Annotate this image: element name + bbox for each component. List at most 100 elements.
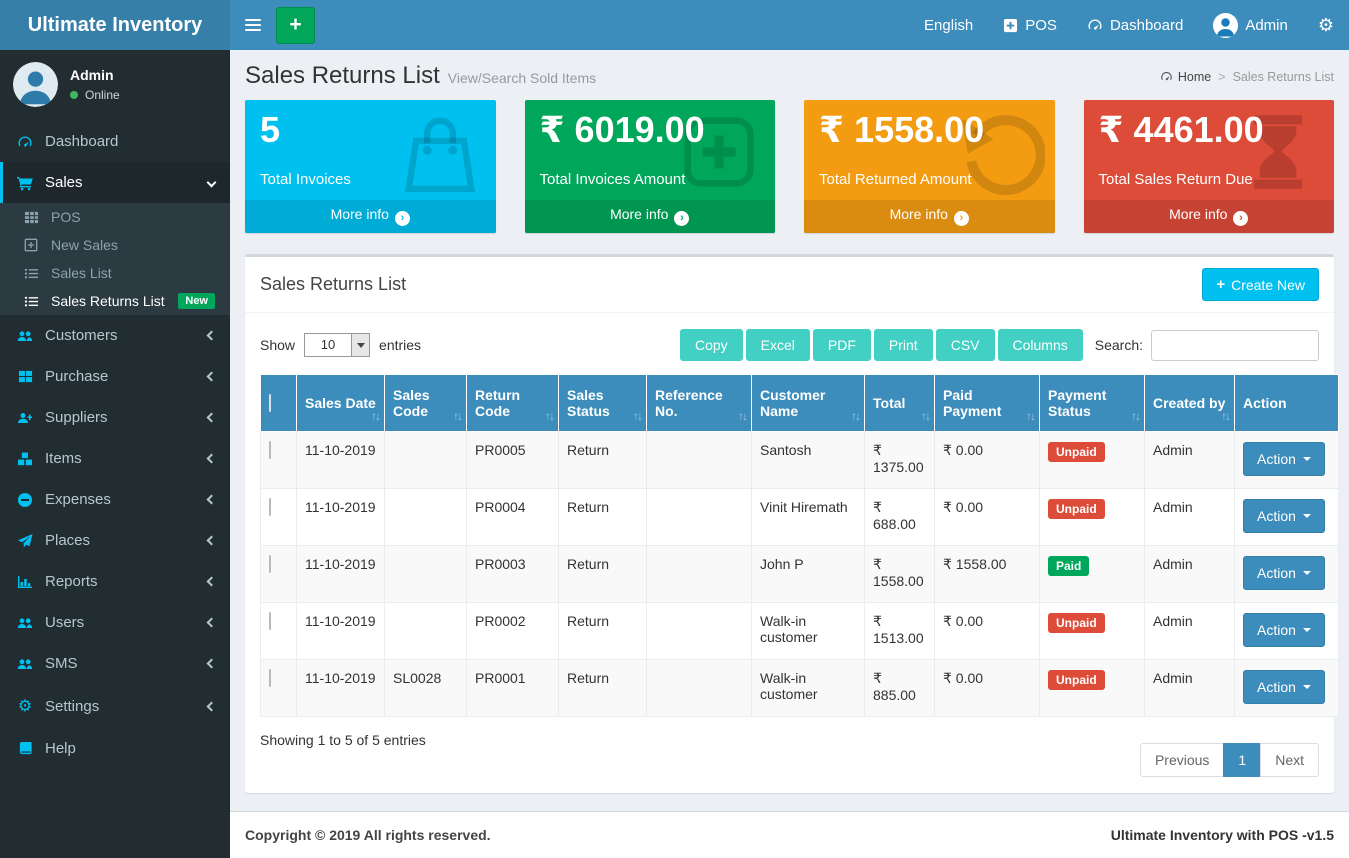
- gears-icon: ⚙: [1318, 16, 1334, 34]
- content-header: Sales Returns List View/Search Sold Item…: [230, 50, 1349, 100]
- breadcrumb-home[interactable]: Home: [1160, 70, 1211, 84]
- sidebar-item-sms[interactable]: SMS: [0, 643, 230, 684]
- more-info-link[interactable]: More info›: [525, 200, 776, 233]
- panel-title: Sales Returns List: [260, 274, 406, 295]
- nav-dashboard-link[interactable]: Dashboard: [1072, 0, 1198, 50]
- status-badge: Unpaid: [1048, 613, 1105, 633]
- sidebar-item-places[interactable]: Places: [0, 520, 230, 561]
- sidebar: Admin Online Dashboard Sales: [0, 50, 230, 858]
- sidebar-item-sales-returns-list[interactable]: Sales Returns List New: [0, 287, 230, 315]
- next-page-button[interactable]: Next: [1260, 743, 1319, 777]
- sales-returns-panel: Sales Returns List + Create New Show 10 …: [245, 254, 1334, 793]
- sales-returns-table: Sales Date↑↓ Sales Code↑↓ Return Code↑↓ …: [260, 374, 1339, 717]
- col-reference-no[interactable]: Reference No.↑↓: [647, 375, 752, 432]
- col-total[interactable]: Total↑↓: [865, 375, 935, 432]
- csv-button[interactable]: CSV: [936, 329, 995, 361]
- book-icon: [15, 741, 35, 756]
- excel-button[interactable]: Excel: [746, 329, 810, 361]
- sidebar-item-reports[interactable]: Reports: [0, 561, 230, 602]
- row-checkbox[interactable]: [269, 612, 271, 630]
- sort-icon: ↑↓: [1221, 409, 1229, 423]
- sidebar-item-customers[interactable]: Customers: [0, 315, 230, 356]
- action-dropdown-button[interactable]: Action: [1243, 613, 1325, 647]
- row-checkbox[interactable]: [269, 555, 271, 573]
- arrow-circle-right-icon: ›: [674, 211, 689, 226]
- total-invoices-box: 5 Total Invoices More info›: [245, 100, 496, 233]
- total-invoices-amount-box: ₹ 6019.00 Total Invoices Amount More inf…: [525, 100, 776, 233]
- action-dropdown-button[interactable]: Action: [1243, 556, 1325, 590]
- total-returned-amount-box: ₹ 1558.00 Total Returned Amount More inf…: [804, 100, 1055, 233]
- sidebar-item-purchase[interactable]: Purchase: [0, 356, 230, 397]
- create-new-button[interactable]: + Create New: [1202, 268, 1319, 301]
- action-dropdown-button[interactable]: Action: [1243, 670, 1325, 704]
- action-dropdown-button[interactable]: Action: [1243, 442, 1325, 476]
- cell-sales-status: Return: [559, 603, 647, 660]
- select-all-checkbox[interactable]: [269, 394, 271, 412]
- col-payment-status[interactable]: Payment Status↑↓: [1040, 375, 1145, 432]
- settings-menu[interactable]: ⚙: [1303, 0, 1349, 50]
- nav-pos-link[interactable]: POS: [988, 0, 1072, 50]
- sidebar-toggle-button[interactable]: [230, 0, 276, 50]
- copy-button[interactable]: Copy: [680, 329, 743, 361]
- cell-payment-status: Paid: [1040, 546, 1145, 603]
- row-checkbox[interactable]: [269, 669, 271, 687]
- sidebar-item-new-sales[interactable]: New Sales: [0, 231, 230, 259]
- action-dropdown-button[interactable]: Action: [1243, 499, 1325, 533]
- print-button[interactable]: Print: [874, 329, 933, 361]
- search-input[interactable]: [1151, 330, 1319, 361]
- breadcrumb-current: Sales Returns List: [1233, 70, 1334, 84]
- col-customer-name[interactable]: Customer Name↑↓: [752, 375, 865, 432]
- cell-select: [261, 489, 297, 546]
- col-sales-date[interactable]: Sales Date↑↓: [297, 375, 385, 432]
- user-status[interactable]: Online: [70, 88, 120, 102]
- tachometer-icon: [15, 134, 35, 150]
- sort-icon: ↑↓: [633, 409, 641, 423]
- table-row: 11-10-2019 PR0005 Return Santosh ₹ 1375.…: [261, 432, 1339, 489]
- sidebar-item-items[interactable]: Items: [0, 438, 230, 479]
- row-checkbox[interactable]: [269, 441, 271, 459]
- col-paid-payment[interactable]: Paid Payment↑↓: [935, 375, 1040, 432]
- previous-page-button[interactable]: Previous: [1140, 743, 1224, 777]
- sidebar-item-dashboard[interactable]: Dashboard: [0, 121, 230, 162]
- sort-icon: ↑↓: [1131, 409, 1139, 423]
- quick-add-button[interactable]: +: [276, 7, 315, 44]
- cell-sales-status: Return: [559, 489, 647, 546]
- page-size-select[interactable]: 10: [304, 333, 370, 357]
- table-footer: Showing 1 to 5 of 5 entries Previous 1 N…: [245, 717, 1334, 777]
- col-sales-code[interactable]: Sales Code↑↓: [385, 375, 467, 432]
- language-menu[interactable]: English: [909, 0, 988, 50]
- pdf-button[interactable]: PDF: [813, 329, 871, 361]
- page-1-button[interactable]: 1: [1223, 743, 1261, 777]
- sidebar-item-suppliers[interactable]: Suppliers: [0, 397, 230, 438]
- sidebar-item-pos[interactable]: POS: [0, 203, 230, 231]
- sales-submenu: POS New Sales Sales List Sales Returns L…: [0, 203, 230, 315]
- cell-reference-no: [647, 489, 752, 546]
- select-all-header[interactable]: [261, 375, 297, 432]
- users-icon: [15, 656, 35, 672]
- box-label: Total Returned Amount: [819, 171, 1040, 188]
- new-badge: New: [178, 293, 215, 309]
- cell-total: ₹ 885.00: [865, 660, 935, 717]
- sidebar-item-expenses[interactable]: Expenses: [0, 479, 230, 520]
- sidebar-item-help[interactable]: Help: [0, 728, 230, 769]
- pagination: Previous 1 Next: [1140, 743, 1319, 777]
- cell-customer: John P: [752, 546, 865, 603]
- user-menu[interactable]: Admin: [1198, 0, 1303, 50]
- brand-logo[interactable]: Ultimate Inventory: [0, 0, 230, 50]
- row-checkbox[interactable]: [269, 498, 271, 516]
- columns-button[interactable]: Columns: [998, 329, 1083, 361]
- more-info-link[interactable]: More info›: [804, 200, 1055, 233]
- sidebar-item-sales[interactable]: Sales: [0, 162, 230, 203]
- tachometer-icon: [1160, 70, 1173, 83]
- sidebar-item-sales-list[interactable]: Sales List: [0, 259, 230, 287]
- box-label: Total Invoices Amount: [540, 171, 761, 188]
- more-info-link[interactable]: More info›: [245, 200, 496, 233]
- sidebar-item-settings[interactable]: ⚙ Settings: [0, 684, 230, 728]
- col-return-code[interactable]: Return Code↑↓: [467, 375, 559, 432]
- col-created-by[interactable]: Created by↑↓: [1145, 375, 1235, 432]
- col-sales-status[interactable]: Sales Status↑↓: [559, 375, 647, 432]
- chevron-left-icon: [207, 701, 217, 711]
- more-info-link[interactable]: More info›: [1084, 200, 1335, 233]
- sidebar-item-users[interactable]: Users: [0, 602, 230, 643]
- arrow-circle-right-icon: ›: [395, 211, 410, 226]
